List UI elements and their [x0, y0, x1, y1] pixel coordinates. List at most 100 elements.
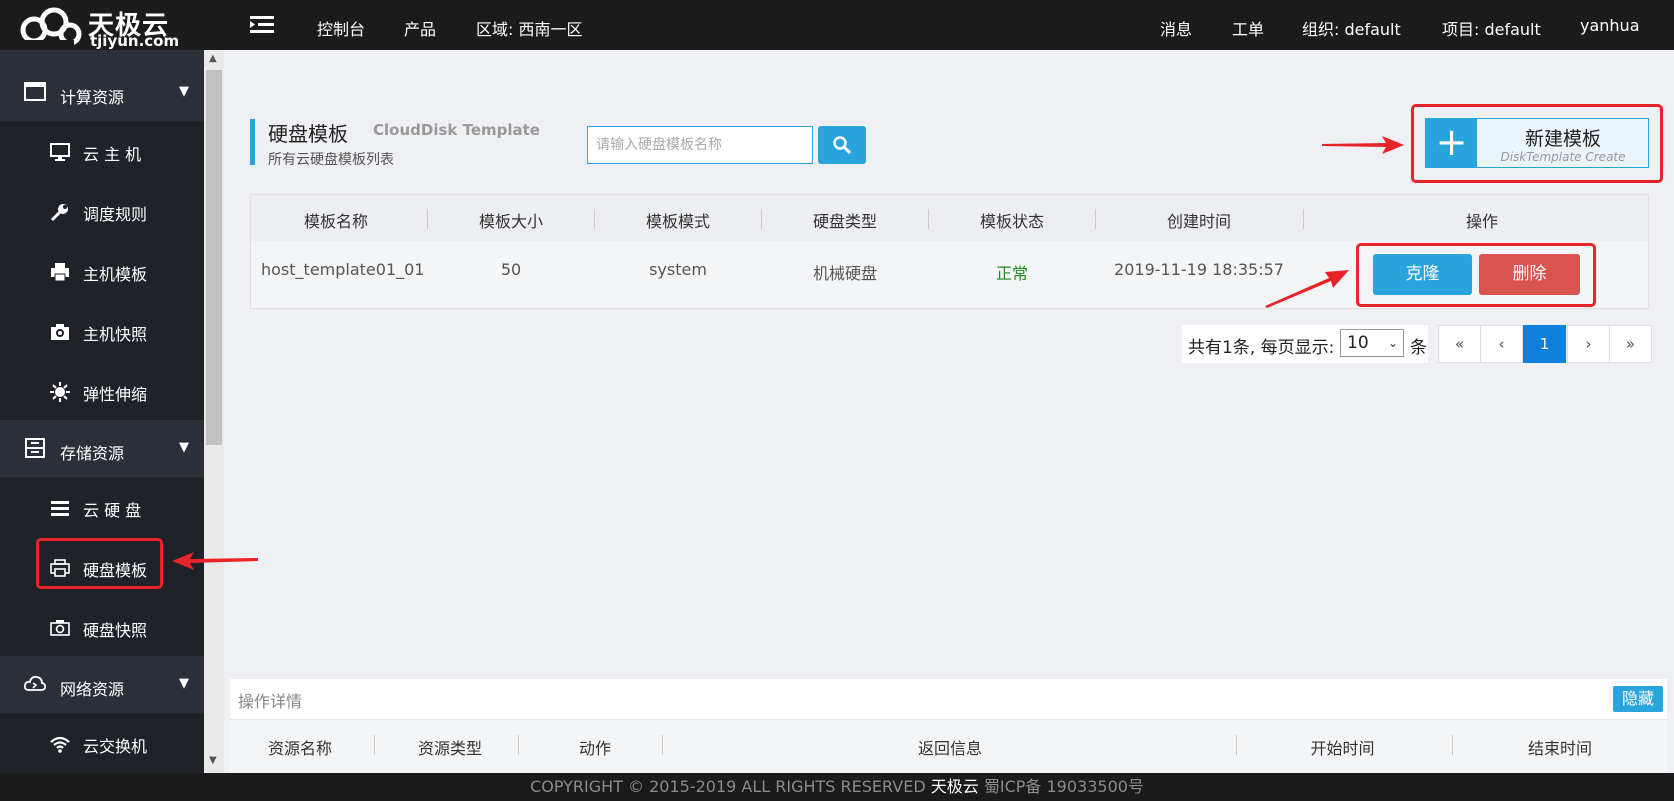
sidebar-item-label: 云交换机 [83, 737, 148, 756]
nav-products[interactable]: 产品 [404, 16, 436, 40]
nav-user[interactable]: yanhua [1580, 16, 1640, 35]
column-divider [594, 209, 595, 229]
column-header: 模板名称 [303, 212, 368, 231]
page-title: 硬盘模板 [268, 122, 348, 146]
annotation-box-disk-template [36, 538, 163, 589]
logo-icon [20, 7, 82, 46]
sidebar-item-vm[interactable]: 云 主 机 [0, 122, 204, 182]
column-divider [1095, 209, 1096, 229]
list-icon [51, 501, 69, 516]
cell-name: host_template01_01 [261, 260, 425, 279]
column-header: 创建时间 [1166, 212, 1231, 231]
pager-info: 共有1条, 每页显示: 10 ⌄ 条 [1182, 325, 1428, 363]
nav-organization[interactable]: 组织: default [1302, 16, 1401, 40]
window-icon [24, 82, 46, 101]
camera-icon [51, 324, 69, 340]
storage-icon [25, 438, 45, 458]
scrollbar-thumb[interactable] [206, 70, 222, 445]
sidebar-group-label: 计算资源 [60, 88, 125, 107]
pager-unit: 条 [1410, 338, 1427, 358]
cell-disk-type: 机械硬盘 [812, 264, 877, 283]
sidebar-scrollbar[interactable]: ▲ ▼ [204, 50, 224, 773]
detail-title: 操作详情 [238, 692, 303, 711]
column-header: 资源类型 [417, 739, 482, 758]
scroll-down-icon[interactable]: ▼ [209, 755, 217, 766]
column-header: 模板状态 [979, 212, 1044, 231]
wrench-icon [50, 204, 68, 222]
column-divider [518, 735, 519, 755]
sidebar-item-host-snapshot[interactable]: 主机快照 [0, 302, 204, 362]
sidebar-group-network[interactable]: 网络资源 ▼ [0, 656, 204, 714]
column-header: 返回信息 [917, 739, 982, 758]
cloud-icon [24, 675, 46, 691]
sidebar-item-label: 弹性伸缩 [83, 385, 148, 404]
page-size-select[interactable]: 10 ⌄ [1340, 329, 1404, 357]
page-size-value: 10 [1347, 333, 1369, 353]
footer: COPYRIGHT © 2015-2019 ALL RIGHTS RESERVE… [0, 773, 1674, 801]
column-header: 开始时间 [1310, 739, 1375, 758]
page-title-en: CloudDisk Template [373, 121, 540, 139]
nav-messages[interactable]: 消息 [1160, 16, 1192, 40]
pager-total: 共有1条, 每页显示: [1188, 338, 1335, 358]
nav-region[interactable]: 区域: 西南一区 [476, 16, 582, 40]
camera-icon [50, 620, 70, 636]
sidebar-item-cloud-switch[interactable]: 云交换机 [0, 714, 204, 773]
search-icon [833, 136, 852, 155]
nav-project[interactable]: 项目: default [1442, 16, 1541, 40]
page-prev-button[interactable]: ‹ [1480, 325, 1523, 363]
page-last-button[interactable]: » [1609, 325, 1652, 363]
sidebar-group-label: 网络资源 [60, 680, 125, 699]
scroll-up-icon[interactable]: ▲ [209, 53, 217, 64]
sidebar: 计算资源 ▼ 云 主 机 调度规则 主机模板 主机快照 弹性伸缩 存储资源 ▼ … [0, 50, 204, 773]
sidebar-group-compute[interactable]: 计算资源 ▼ [0, 64, 204, 122]
sidebar-item-scheduling[interactable]: 调度规则 [0, 182, 204, 242]
search-button[interactable] [818, 126, 866, 164]
annotation-box-create [1411, 104, 1663, 183]
search-input[interactable] [587, 126, 813, 164]
nav-console[interactable]: 控制台 [317, 16, 365, 40]
page-first-button[interactable]: « [1438, 325, 1481, 363]
brand-domain: tjiyun.com [90, 32, 180, 50]
table-header: 模板名称 模板大小 模板模式 硬盘类型 模板状态 创建时间 操作 [251, 195, 1648, 241]
sidebar-item-autoscaling[interactable]: 弹性伸缩 [0, 362, 204, 422]
page-next-button[interactable]: › [1567, 325, 1610, 363]
operation-detail-panel: 操作详情 隐藏 资源名称 资源类型 动作 返回信息 开始时间 结束时间 [230, 679, 1667, 773]
column-divider [1236, 735, 1237, 755]
sidebar-item-label: 主机快照 [83, 325, 148, 344]
column-header: 操作 [1465, 212, 1498, 231]
monitor-icon [50, 143, 70, 161]
column-header: 模板模式 [645, 212, 710, 231]
sidebar-item-cloud-disk[interactable]: 云 硬 盘 [0, 478, 204, 538]
top-bar: 天极云 tjiyun.com 控制台 产品 区域: 西南一区 消息 工单 组织:… [0, 0, 1674, 50]
chevron-down-icon: ⌄ [1387, 336, 1398, 350]
sidebar-item-disk-snapshot[interactable]: 硬盘快照 [0, 598, 204, 658]
cell-size: 50 [500, 260, 522, 279]
menu-toggle-icon[interactable] [250, 16, 274, 34]
sidebar-item-label: 硬盘快照 [83, 621, 148, 640]
sidebar-item-label: 云 主 机 [83, 145, 142, 164]
annotation-box-actions [1356, 243, 1596, 307]
cell-created: 2019-11-19 18:35:57 [1114, 260, 1284, 279]
wifi-icon [50, 736, 70, 753]
column-divider [1303, 209, 1304, 229]
sidebar-group-storage[interactable]: 存储资源 ▼ [0, 420, 204, 478]
annotation-arrow-icon [172, 552, 258, 570]
nav-tickets[interactable]: 工单 [1232, 16, 1264, 40]
column-divider [427, 209, 428, 229]
printer-icon [51, 263, 69, 282]
sidebar-item-host-template[interactable]: 主机模板 [0, 242, 204, 302]
sidebar-item-label: 云 硬 盘 [83, 501, 142, 520]
page-number-button[interactable]: 1 [1523, 325, 1566, 363]
column-divider [761, 209, 762, 229]
sidebar-item-label: 调度规则 [83, 205, 148, 224]
annotation-arrow-icon [1322, 136, 1404, 154]
column-divider [1452, 735, 1453, 755]
column-header: 硬盘类型 [812, 212, 877, 231]
detail-table-header: 资源名称 资源类型 动作 返回信息 开始时间 结束时间 [230, 719, 1667, 773]
annotation-arrow-icon [1265, 270, 1349, 308]
footer-icp: 蜀ICP备 19033500号 [983, 777, 1144, 796]
logo[interactable]: 天极云 tjiyun.com [20, 4, 190, 50]
cell-mode: system [649, 260, 707, 279]
hide-button[interactable]: 隐藏 [1613, 686, 1663, 712]
caret-down-icon: ▼ [179, 440, 189, 455]
